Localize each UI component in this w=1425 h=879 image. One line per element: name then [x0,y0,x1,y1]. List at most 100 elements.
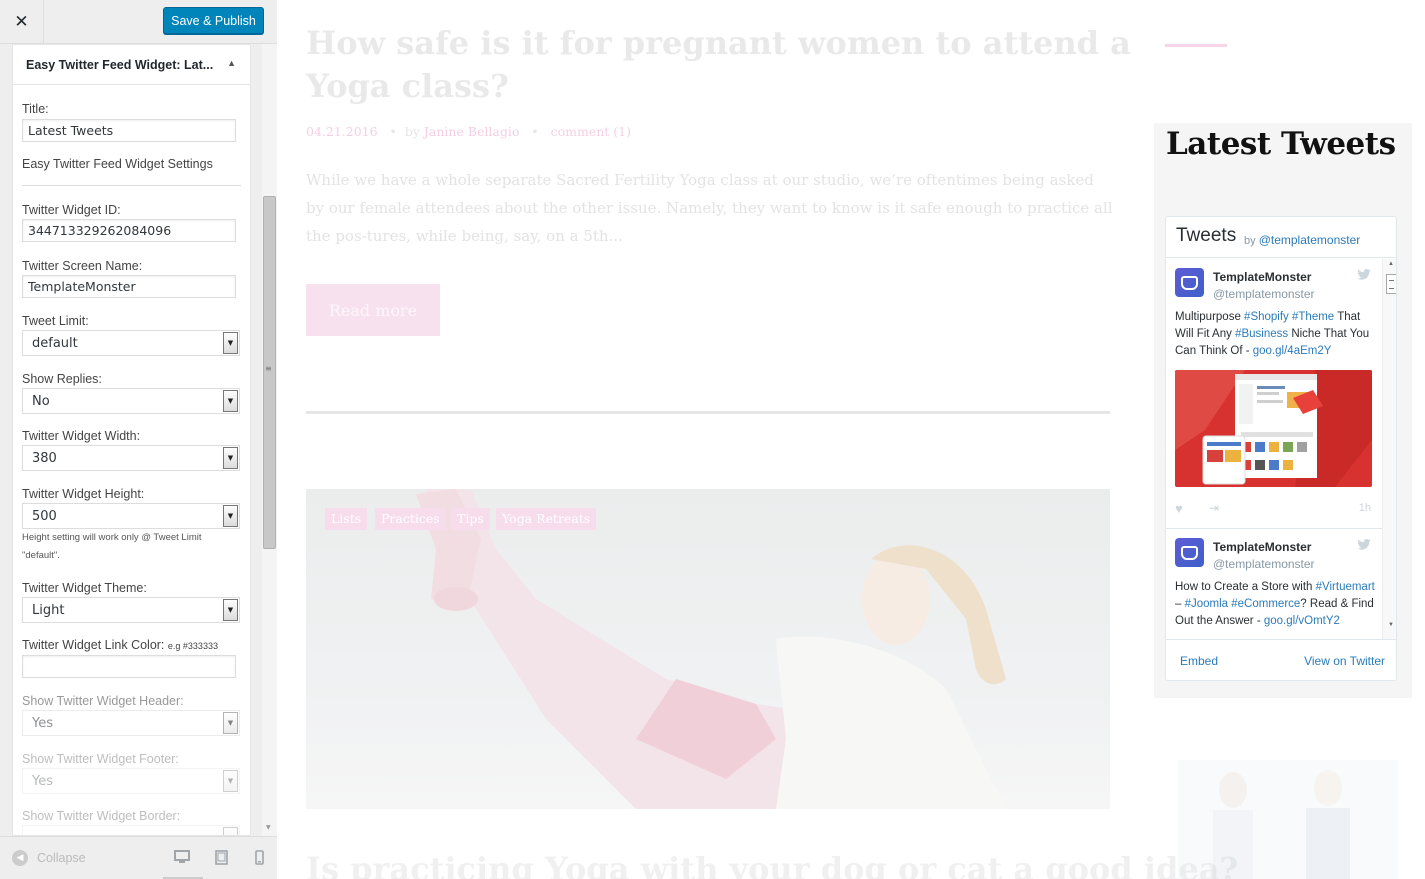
tablet-icon[interactable] [213,849,229,865]
show-footer-select[interactable]: Yes ▼ [22,768,240,794]
tweet-url-link[interactable]: goo.gl/4aEm2Y [1253,345,1332,357]
timeline-by: by @templatemonster [1244,233,1360,247]
tag-lists[interactable]: Lists [325,508,368,530]
timeline-scrollbar[interactable]: ▲ ▼ [1382,259,1396,639]
post-comments-link[interactable]: comment (1) [551,124,631,139]
scroll-down-arrow-icon[interactable]: ▼ [266,824,271,831]
save-publish-button[interactable]: Save & Publish [163,7,264,34]
height-note: Height setting will work only @ Tweet Li… [22,532,202,561]
collapse-button[interactable]: Collapse [37,851,86,865]
widget-settings-panel: Easy Twitter Feed Widget: Lat... ▲ Title… [12,44,251,836]
tweet-text-part: – [1175,598,1185,610]
show-replies-label: Show Replies: [22,372,102,386]
show-header-value: Yes [32,716,53,731]
hashtag-link[interactable]: #Theme [1292,311,1334,323]
link-color-input[interactable] [22,655,236,678]
dropdown-arrow-icon[interactable]: ▼ [223,712,238,734]
panel-scrollbar[interactable]: ≡ ▼ [262,44,277,836]
dropdown-arrow-icon[interactable]: ▼ [223,827,238,835]
view-on-twitter-link[interactable]: View on Twitter [1304,654,1385,668]
hashtag-link[interactable]: #Shopify [1244,311,1289,323]
next-post-title[interactable]: Is practicing Yoga with your dog or cat … [306,850,1238,879]
hashtag-link[interactable]: #Business [1235,328,1288,340]
collapse-icon[interactable]: ◀ [12,850,28,866]
scroll-up-arrow-icon[interactable]: ▲ [1388,261,1394,267]
latest-tweets-widget: Latest Tweets Tweets by @templatemonster… [1154,123,1412,698]
dropdown-arrow-icon[interactable]: ▼ [223,599,238,621]
post-title[interactable]: How safe is it for pregnant women to att… [306,22,1136,108]
tweet-item[interactable]: TemplateMonster @templatemonster How to … [1166,529,1382,639]
theme-select[interactable]: Light ▼ [22,597,240,623]
hashtag-link[interactable]: #Joomla [1185,598,1228,610]
hashtag-link[interactable]: #Virtuemart [1316,581,1375,593]
height-value: 500 [32,509,57,524]
tag-yoga-retreats[interactable]: Yoga Retreats [496,508,597,530]
tweet-author-name[interactable]: TemplateMonster [1213,270,1311,284]
mobile-icon[interactable] [251,849,267,865]
tweet-limit-select[interactable]: default ▼ [22,330,240,356]
tweet-text-part: How to Create a Store with [1175,581,1316,593]
tweet-limit-value: default [32,336,78,351]
link-color-hint: e.g #333333 [167,641,218,651]
title-input[interactable] [22,119,236,142]
tag-tips[interactable]: Tips [451,508,490,530]
widget-title: Easy Twitter Feed Widget: Lat... [26,57,214,72]
scroll-down-arrow-icon[interactable]: ▼ [1388,622,1394,628]
embed-link[interactable]: Embed [1180,654,1218,668]
dropdown-arrow-icon[interactable]: ▼ [223,332,238,354]
show-border-select[interactable]: ▼ [22,825,240,835]
scrollbar-thumb[interactable] [1386,274,1396,294]
site-preview: How safe is it for pregnant women to att… [278,0,1425,879]
close-icon[interactable]: ✕ [0,0,44,44]
avatar[interactable] [1175,268,1204,297]
twitter-timeline: Tweets by @templatemonster TemplateMonst… [1165,216,1397,681]
twitter-bird-icon[interactable] [1357,539,1371,550]
avatar[interactable] [1175,538,1204,567]
show-replies-select[interactable]: No ▼ [22,388,240,414]
customizer-sidebar: ✕ Save & Publish Easy Twitter Feed Widge… [0,0,277,879]
post-meta: 04.21.2016 • by Janine Bellagio • commen… [306,124,631,139]
caret-up-icon[interactable]: ▲ [227,58,236,68]
tweet-item[interactable]: TemplateMonster @templatemonster Multipu… [1166,259,1382,529]
widget-title-bar[interactable]: Easy Twitter Feed Widget: Lat... ▲ [13,45,250,85]
post-author[interactable]: Janine Bellagio [424,124,520,139]
dropdown-arrow-icon[interactable]: ▼ [223,770,238,792]
dropdown-arrow-icon[interactable]: ▼ [223,505,238,527]
width-select[interactable]: 380 ▼ [22,445,240,471]
tweet-url-link[interactable]: goo.gl/vOmtY2 [1264,615,1340,627]
tweet-author-handle[interactable]: @templatemonster [1213,287,1315,301]
tweet-limit-label: Tweet Limit: [22,314,89,328]
show-header-select[interactable]: Yes ▼ [22,710,240,736]
widget-id-input[interactable] [22,219,236,242]
tweet-media-image[interactable] [1175,370,1372,487]
tweet-author-name[interactable]: TemplateMonster [1213,540,1311,554]
twitter-bird-icon[interactable] [1357,269,1371,280]
timeline-title[interactable]: Tweets [1176,225,1236,247]
post-featured-image[interactable]: Lists Practices Tips Yoga Retreats [306,489,1110,809]
post-date[interactable]: 04.21.2016 [306,124,378,139]
tweet-text: How to Create a Store with #Virtuemart –… [1175,579,1375,630]
tweet-actions: ♥ ⇥ 1h [1175,501,1373,516]
share-icon[interactable]: ⇥ [1209,501,1219,515]
height-select[interactable]: 500 ▼ [22,503,240,529]
screen-name-input[interactable] [22,275,236,298]
width-value: 380 [32,451,57,466]
show-footer-value: Yes [32,774,53,789]
tweet-timestamp[interactable]: 1h [1359,502,1371,514]
dropdown-arrow-icon[interactable]: ▼ [223,447,238,469]
desktop-icon[interactable] [174,849,190,865]
screen-name-label: Twitter Screen Name: [22,259,143,273]
read-more-button[interactable]: Read more [306,284,440,336]
tag-practices[interactable]: Practices [375,508,446,530]
hashtag-link[interactable]: #eCommerce [1231,598,1300,610]
heart-icon[interactable]: ♥ [1175,501,1183,516]
customizer-footer: ◀ Collapse [0,836,277,879]
widget-heading: Latest Tweets [1166,126,1396,162]
widget-id-label: Twitter Widget ID: [22,203,121,217]
show-border-label: Show Twitter Widget Border: [22,809,181,823]
link-color-label: Twitter Widget Link Color: e.g #333333 [22,638,218,652]
timeline-handle-link[interactable]: @templatemonster [1259,233,1361,247]
tweet-author-handle[interactable]: @templatemonster [1213,557,1315,571]
accent-line [1165,44,1227,47]
dropdown-arrow-icon[interactable]: ▼ [223,390,238,412]
